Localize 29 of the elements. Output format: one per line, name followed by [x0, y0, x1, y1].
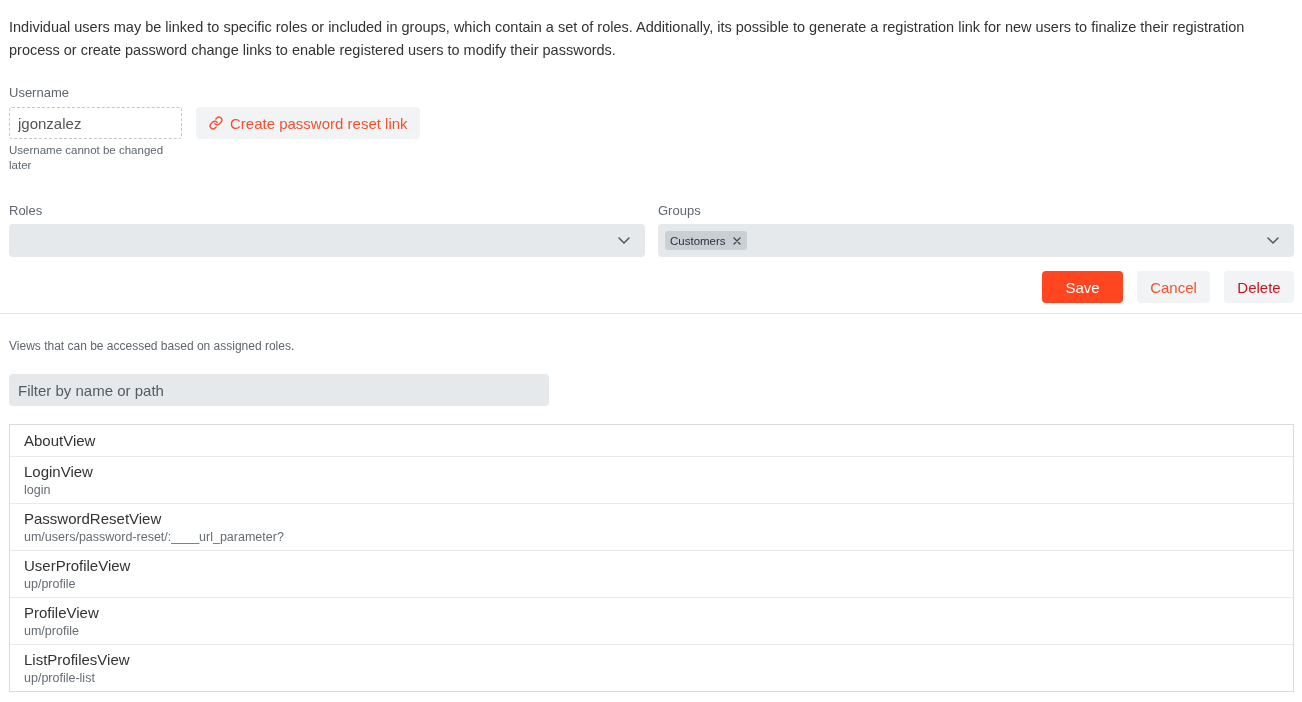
view-name: LoginView — [24, 463, 93, 480]
view-name: PasswordResetView — [24, 510, 162, 527]
username-hint: Username cannot be changed later — [9, 143, 165, 173]
description-text: Individual users may be linked to specific roles or included in groups, which contain a set of roles. Additionally, its possible to generate a registration link for new users to finalize their registration process or create password change links to enable registered users to modify their passwords. — [9, 18, 1246, 60]
link-icon — [209, 116, 223, 130]
view-name: ProfileView — [24, 604, 99, 621]
view-name: ListProfilesView — [24, 651, 130, 668]
chevron-down-icon — [618, 237, 630, 244]
chevron-down-icon — [1267, 237, 1279, 244]
view-name: UserProfileView — [24, 557, 131, 574]
roles-label: Roles — [9, 203, 43, 219]
view-path: um/profile — [24, 624, 79, 639]
view-path: login — [24, 483, 51, 498]
username-field[interactable]: jgonzalez — [9, 107, 182, 139]
cancel-button[interactable]: Cancel — [1137, 271, 1210, 303]
username-label: Username — [9, 85, 69, 101]
groups-label: Groups — [658, 203, 701, 219]
create-reset-link-button[interactable]: Create password reset link — [196, 107, 420, 139]
view-name: AboutView — [24, 432, 96, 449]
views-caption: Views that can be accessed based on assigned roles. — [9, 338, 295, 354]
save-button[interactable]: Save — [1042, 271, 1123, 303]
group-tag-label: Customers — [670, 234, 726, 247]
view-path: up/profile — [24, 577, 76, 592]
view-path: um/users/password-reset/:____url_parameter? — [24, 530, 284, 545]
delete-button[interactable]: Delete — [1224, 271, 1294, 303]
filter-field[interactable]: Filter by name or path — [9, 374, 549, 406]
view-path: up/profile-list — [24, 671, 95, 686]
close-icon[interactable] — [732, 236, 741, 245]
groups-select[interactable]: Customers — [658, 224, 1294, 257]
